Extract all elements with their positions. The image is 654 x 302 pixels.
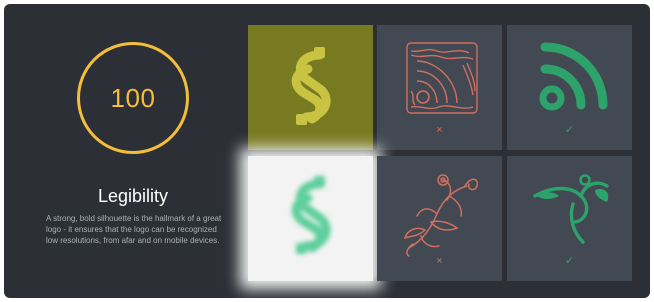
tile-detailed-rss-logo: × [377, 25, 502, 150]
approve-mark: ✓ [564, 255, 575, 267]
score-value: 100 [110, 82, 156, 113]
legibility-card: 100 Legibility A strong, bold silhouette… [4, 4, 650, 298]
score-ring: 100 [77, 42, 189, 154]
tile-bold-s-logo [248, 25, 373, 150]
legibility-info-panel: 100 Legibility A strong, bold silhouette… [4, 4, 244, 298]
s-logo-blurred-icon [291, 176, 331, 254]
section-description: A strong, bold silhouette is the hallmar… [46, 214, 222, 245]
section-heading: Legibility [97, 186, 169, 206]
tile-simple-vine-logo: ✓ [507, 156, 632, 281]
reject-mark: × [436, 255, 443, 267]
reject-mark: × [436, 124, 443, 136]
tile-ornate-vine-logo: × [377, 156, 502, 281]
tile-blurred-s-logo [248, 156, 373, 281]
approve-mark: ✓ [564, 124, 575, 136]
tile-simple-rss-logo: ✓ [507, 25, 632, 150]
s-logo-icon [291, 47, 331, 125]
